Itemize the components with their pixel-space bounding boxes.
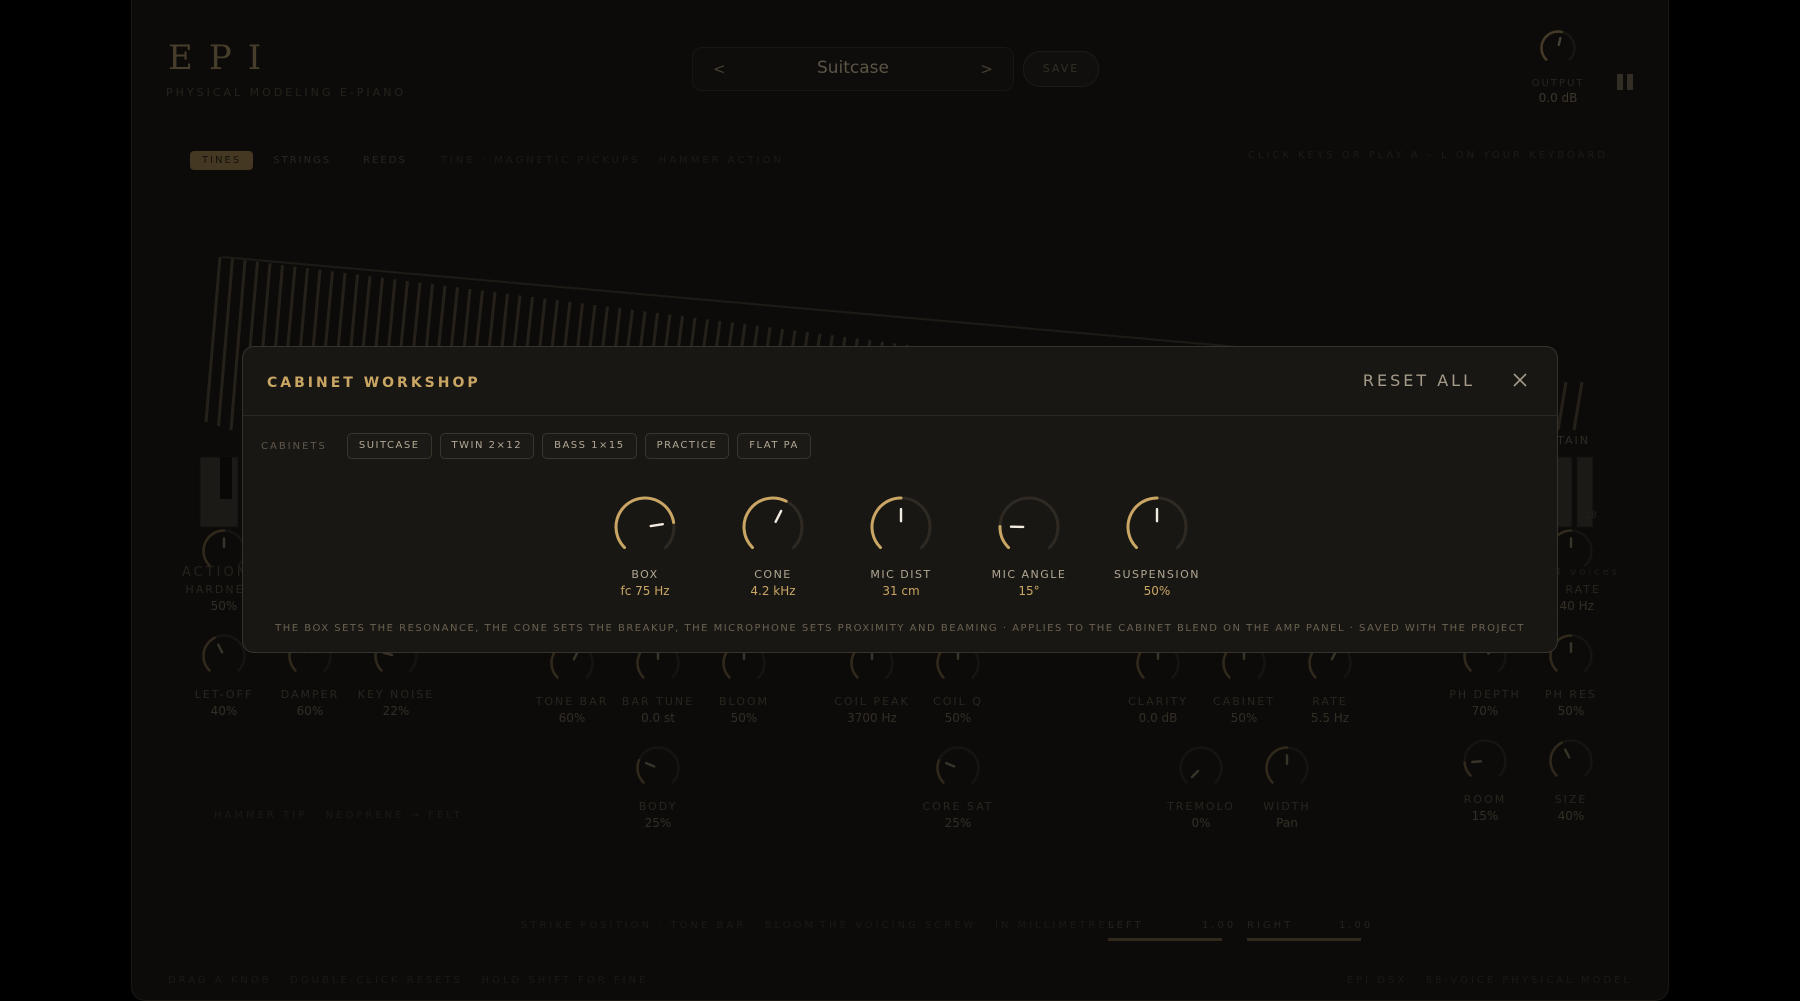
knob-pointer	[649, 522, 664, 528]
mic-dist-knob[interactable]	[866, 492, 936, 562]
mic-angle-knob-group: MIC ANGLE 15°	[969, 492, 1089, 598]
cone-value: 4.2 kHz	[750, 584, 796, 598]
reset-all-button[interactable]: RESET ALL	[1363, 371, 1475, 390]
mic-dist-knob-group: MIC DIST 31 cm	[841, 492, 961, 598]
box-value: fc 75 Hz	[620, 584, 670, 598]
cabinet-bass-button[interactable]: BASS 1×15	[542, 433, 637, 459]
knob-value-arc	[614, 496, 676, 550]
cabinet-workshop-dialog: CABINET WORKSHOP RESET ALL CABINETS SUIT…	[242, 346, 1558, 653]
cabinet-suitcase-button[interactable]: SUITCASE	[346, 433, 432, 459]
knob-value-arc	[998, 525, 1010, 550]
cone-knob[interactable]	[738, 492, 808, 562]
cabinet-selector: CABINETS SUITCASE TWIN 2×12 BASS 1×15 PR…	[261, 433, 811, 459]
cabinet-twin-button[interactable]: TWIN 2×12	[439, 433, 535, 459]
dialog-header: CABINET WORKSHOP RESET ALL	[243, 347, 1557, 416]
box-knob[interactable]	[610, 492, 680, 562]
knob-pointer	[774, 509, 783, 524]
cone-label: CONE	[754, 568, 792, 581]
knob-value-arc	[870, 496, 903, 550]
cone-knob-group: CONE 4.2 kHz	[713, 492, 833, 598]
cabinets-label: CABINETS	[261, 440, 327, 452]
dialog-title: CABINET WORKSHOP	[267, 375, 481, 391]
mic-dist-label: MIC DIST	[870, 568, 932, 581]
close-icon[interactable]	[1509, 369, 1531, 391]
mic-dist-value: 31 cm	[882, 584, 920, 598]
mic-angle-value: 15°	[1018, 584, 1040, 598]
knob-value-arc	[1126, 496, 1159, 550]
knob-value-arc	[742, 496, 788, 550]
mic-angle-knob[interactable]	[994, 492, 1064, 562]
cabinet-practice-button[interactable]: PRACTICE	[644, 433, 730, 459]
suspension-knob-group: SUSPENSION 50%	[1097, 492, 1217, 598]
box-knob-group: BOX fc 75 Hz	[585, 492, 705, 598]
suspension-value: 50%	[1143, 584, 1171, 598]
dialog-footnote: THE BOX SETS THE RESONANCE, THE CONE SET…	[275, 623, 1525, 634]
cabinet-flat-pa-button[interactable]: FLAT PA	[737, 433, 811, 459]
mic-angle-label: MIC ANGLE	[991, 568, 1067, 581]
suspension-knob[interactable]	[1122, 492, 1192, 562]
suspension-label: SUSPENSION	[1114, 568, 1200, 581]
box-label: BOX	[631, 568, 659, 581]
cabinet-knobs: BOX fc 75 Hz CONE 4.2 kHz MIC DIST 31 cm…	[243, 492, 1557, 602]
knob-track	[998, 496, 1060, 550]
